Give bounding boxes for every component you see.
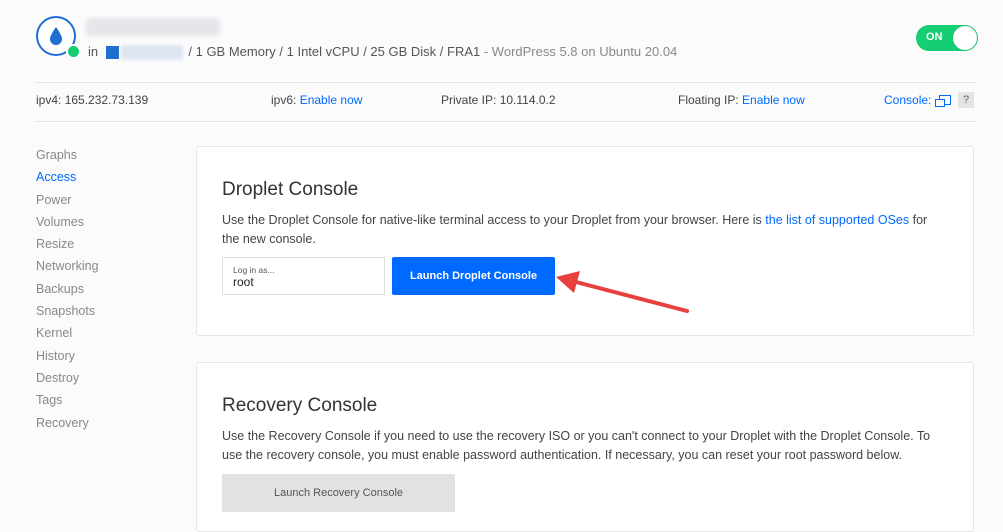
sidebar-item-networking[interactable]: Networking [36, 258, 99, 280]
console-link[interactable]: Console: [884, 93, 931, 107]
login-user-field[interactable]: Log in as... root [222, 257, 385, 295]
recovery-console-card: Recovery Console Use the Recovery Consol… [196, 362, 974, 532]
external-window-icon[interactable] [934, 95, 951, 107]
launch-recovery-console-button[interactable]: Launch Recovery Console [222, 474, 455, 512]
ipv6-enable-link[interactable]: Enable now [300, 93, 363, 107]
sidebar-item-history[interactable]: History [36, 348, 99, 370]
launch-droplet-console-button[interactable]: Launch Droplet Console [392, 257, 555, 295]
ipv4-value: 165.232.73.139 [64, 93, 149, 107]
private-ip-label: Private IP: [441, 93, 497, 107]
sidebar-item-kernel[interactable]: Kernel [36, 325, 99, 347]
divider [34, 121, 977, 122]
sidebar-item-power[interactable]: Power [36, 192, 99, 214]
sidebar-item-access[interactable]: Access [36, 169, 99, 191]
help-button[interactable]: ? [958, 92, 974, 108]
divider [34, 82, 977, 83]
status-indicator-icon [66, 44, 81, 59]
private-ip-value: 10.114.0.2 [499, 93, 556, 107]
floating-ip-info: Floating IP: Enable now [678, 93, 805, 107]
toggle-knob [953, 26, 977, 50]
floating-ip-enable-link[interactable]: Enable now [742, 93, 805, 107]
droplet-meta: in / 1 GB Memory / 1 Intel vCPU / 25 GB … [88, 44, 678, 61]
recovery-console-title: Recovery Console [222, 395, 378, 416]
console-link-wrap[interactable]: Console: [884, 93, 951, 107]
droplet-header: in / 1 GB Memory / 1 Intel vCPU / 25 GB … [0, 0, 1003, 82]
power-toggle[interactable]: ON [916, 25, 978, 51]
power-toggle-label: ON [926, 31, 943, 43]
desc-text: Use the Droplet Console for native-like … [222, 213, 762, 227]
sidebar-item-volumes[interactable]: Volumes [36, 214, 99, 236]
sidebar-item-destroy[interactable]: Destroy [36, 370, 99, 392]
supported-os-link[interactable]: the list of supported OSes [765, 213, 909, 227]
droplet-sidebar: Graphs Access Power Volumes Resize Netwo… [36, 147, 99, 437]
sidebar-item-resize[interactable]: Resize [36, 236, 99, 258]
login-label: Log in as... [233, 265, 275, 275]
droplet-name-redacted [86, 18, 220, 36]
meta-prefix: in [88, 44, 99, 59]
sidebar-item-tags[interactable]: Tags [36, 392, 99, 414]
ipv4-info: ipv4: 165.232.73.139 [36, 93, 148, 107]
ipv4-label: ipv4: [36, 93, 62, 107]
sidebar-item-snapshots[interactable]: Snapshots [36, 303, 99, 325]
sidebar-item-backups[interactable]: Backups [36, 281, 99, 303]
floating-ip-label: Floating IP: [678, 93, 739, 107]
droplet-image: - WordPress 5.8 on Ubuntu 20.04 [483, 44, 678, 59]
sidebar-item-recovery[interactable]: Recovery [36, 415, 99, 437]
ipv6-label: ipv6: [271, 93, 297, 107]
project-name-redacted[interactable] [120, 45, 183, 61]
project-icon [105, 46, 119, 60]
login-value: root [233, 275, 254, 289]
droplet-specs: / 1 GB Memory / 1 Intel vCPU / 25 GB Dis… [188, 44, 481, 59]
private-ip-info: Private IP: 10.114.0.2 [441, 93, 556, 107]
sidebar-item-graphs[interactable]: Graphs [36, 147, 99, 169]
annotation-arrow-icon [556, 271, 689, 313]
droplet-console-description: Use the Droplet Console for native-like … [222, 211, 942, 249]
droplet-console-title: Droplet Console [222, 179, 359, 200]
recovery-console-description: Use the Recovery Console if you need to … [222, 429, 931, 462]
ipv6-info: ipv6: Enable now [271, 93, 362, 107]
